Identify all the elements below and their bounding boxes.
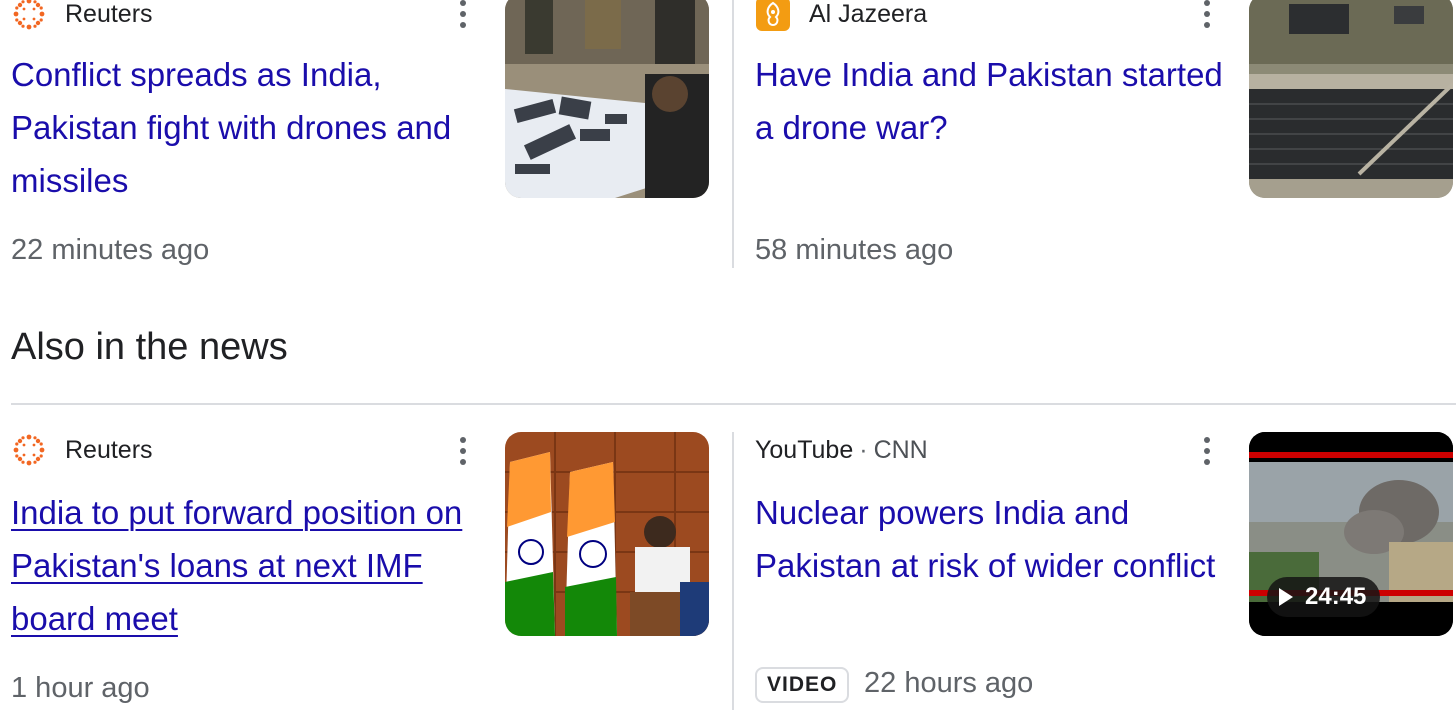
reuters-logo-icon	[11, 432, 47, 468]
duration-label: 24:45	[1305, 583, 1367, 610]
news-card: Reuters India to put forward position on…	[0, 0, 744, 710]
source-name: YouTube	[755, 435, 854, 464]
headline-link[interactable]: Nuclear powers India and Pakistan at ris…	[755, 486, 1225, 592]
column-divider	[732, 432, 734, 710]
timestamp: 22 hours ago	[864, 667, 1034, 699]
more-options-icon[interactable]	[451, 433, 475, 469]
play-icon	[1279, 588, 1293, 606]
news-results: Reuters Conflict spreads as India, Pakis…	[0, 0, 1456, 710]
source-row: YouTube · CNN	[755, 432, 928, 468]
source-name: Reuters	[65, 435, 153, 464]
timestamp: 1 hour ago	[11, 672, 150, 704]
source-separator: ·	[859, 435, 868, 464]
video-thumbnail[interactable]: 24:45	[1249, 432, 1453, 636]
video-badge: VIDEO	[755, 667, 850, 703]
source-row: Reuters	[11, 432, 153, 468]
video-duration: 24:45	[1267, 577, 1381, 617]
more-options-icon[interactable]	[1195, 433, 1219, 469]
news-thumbnail[interactable]	[505, 432, 709, 636]
news-card: YouTube · CNN Nuclear powers India and P…	[744, 0, 1456, 710]
source-channel: CNN	[873, 435, 928, 464]
headline-link[interactable]: India to put forward position on Pakista…	[11, 486, 481, 645]
